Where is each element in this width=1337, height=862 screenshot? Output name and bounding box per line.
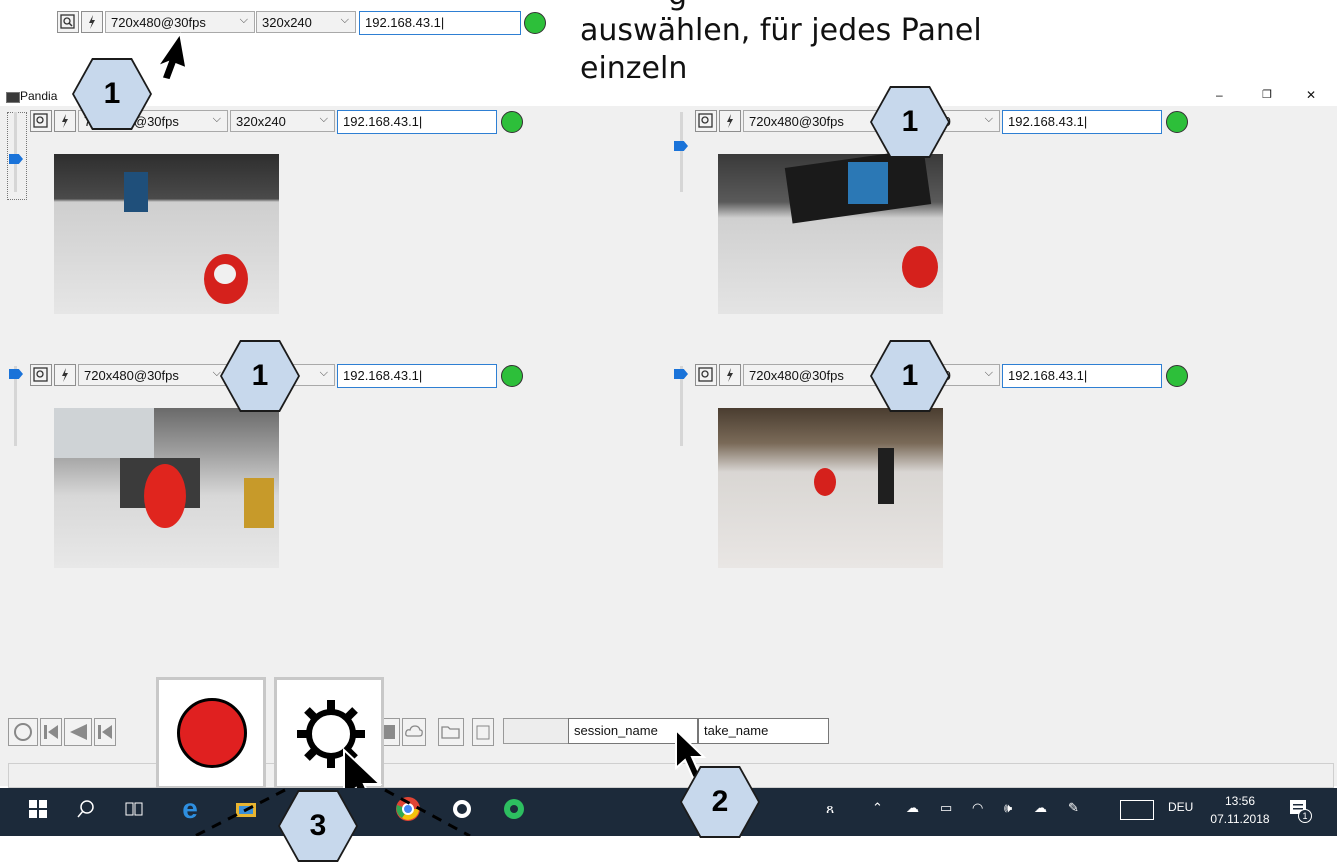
annotation-dashed-lines [194, 788, 471, 836]
